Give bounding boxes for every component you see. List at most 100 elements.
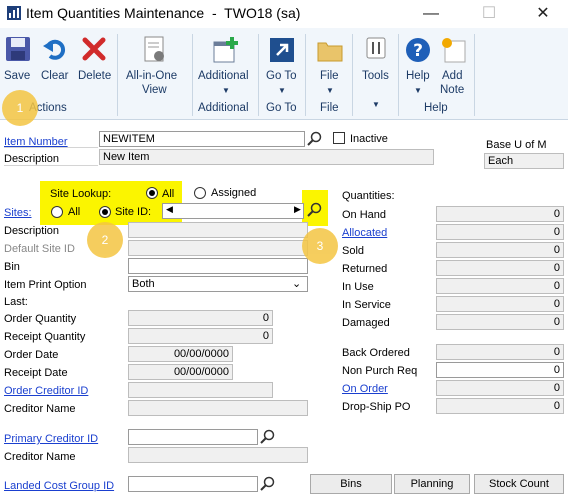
sites-site-id-radio[interactable]	[99, 206, 111, 218]
sites-all-radio[interactable]	[51, 206, 63, 218]
help-button[interactable]: ? Help ▼	[400, 34, 436, 100]
step-badge-2: 2	[87, 222, 123, 258]
default-site-label: Default Site ID	[4, 243, 75, 255]
sites-label[interactable]: Sites:	[4, 207, 32, 219]
site-lookup-all-label: All	[162, 188, 175, 200]
qty-label[interactable]: Allocated	[342, 227, 387, 239]
site-description-field	[128, 222, 308, 238]
ribbon-separator	[117, 34, 118, 116]
goto-group-label: Go To	[266, 102, 297, 114]
dropdown-caret-icon: ▼	[222, 86, 230, 95]
close-button[interactable]: ✕	[520, 2, 566, 26]
bin-label: Bin	[4, 261, 20, 273]
receipt-qty-field: 0	[128, 328, 273, 344]
next-arrow-icon[interactable]: ▶	[294, 204, 301, 215]
document-link-icon	[144, 36, 164, 62]
creditor-name2-label: Creditor Name	[4, 451, 76, 463]
additional-group-label: Additional	[198, 102, 249, 114]
qty-value-field: 0	[436, 260, 564, 276]
inactive-checkbox[interactable]	[333, 132, 345, 144]
landed-cost-label[interactable]: Landed Cost Group ID	[4, 480, 114, 492]
site-lookup-assigned-radio[interactable]	[194, 187, 206, 199]
qty-label: Drop-Ship PO	[342, 401, 411, 413]
bins-button[interactable]: Bins	[310, 474, 392, 494]
item-lookup-icon[interactable]	[307, 131, 323, 147]
save-button[interactable]: Save	[2, 34, 34, 96]
landed-cost-lookup-icon[interactable]	[260, 476, 276, 492]
delete-button[interactable]: Delete	[76, 34, 112, 96]
maximize-button[interactable]: ☐	[466, 2, 512, 26]
order-qty-label: Order Quantity	[4, 313, 77, 325]
creditor-name2-field	[128, 447, 308, 463]
landed-cost-field[interactable]	[128, 476, 258, 492]
app-chart-icon	[7, 6, 21, 20]
ribbon-toolbar: Save Clear Delete Actions All-in-One Vie…	[0, 28, 568, 120]
creditor-name-field	[128, 400, 308, 416]
site-id-field[interactable]	[162, 203, 304, 219]
qty-value-field: 0	[436, 344, 564, 360]
creditor-name-label: Creditor Name	[4, 403, 76, 415]
tools-icon	[366, 37, 386, 59]
order-date-label: Order Date	[4, 349, 59, 361]
site-lookup-assigned-label: Assigned	[211, 187, 257, 199]
qty-value-field: 0	[436, 206, 564, 222]
clear-button[interactable]: Clear	[38, 34, 72, 96]
sites-all-label: All	[68, 206, 81, 218]
qty-value-field: 0	[436, 224, 564, 240]
bin-field[interactable]	[128, 258, 308, 274]
row-divider	[4, 165, 98, 166]
planning-button[interactable]: Planning	[394, 474, 470, 494]
qty-label[interactable]: On Order	[342, 383, 388, 395]
base-uom-label: Base U of M	[486, 139, 547, 151]
chevron-down-icon[interactable]: ⌄	[292, 277, 301, 290]
receipt-date-field: 00/00/0000	[128, 364, 233, 380]
dropdown-caret-icon: ▼	[414, 86, 422, 95]
item-print-select[interactable]: Both	[128, 276, 308, 292]
add-window-icon	[213, 37, 238, 63]
ribbon-separator	[192, 34, 193, 116]
primary-creditor-label[interactable]: Primary Creditor ID	[4, 433, 98, 445]
previous-arrow-icon[interactable]: ◀	[166, 204, 173, 215]
qty-value-field[interactable]: 0	[436, 362, 564, 378]
site-lookup-icon[interactable]	[307, 202, 323, 218]
ribbon-separator	[258, 34, 259, 116]
all-in-one-view-button[interactable]: All-in-One View	[122, 34, 188, 100]
stock-count-button[interactable]: Stock Count	[474, 474, 564, 494]
creditor-lookup-icon[interactable]	[260, 429, 276, 445]
ribbon-separator	[352, 34, 353, 116]
title-bar: Item Quantities Maintenance - TWO18 (sa)…	[0, 0, 568, 28]
delete-x-icon	[82, 37, 106, 61]
undo-arrow-icon	[43, 39, 66, 60]
qty-label: Sold	[342, 245, 365, 257]
file-button[interactable]: File ▼	[310, 34, 350, 100]
default-site-field	[128, 240, 308, 256]
primary-creditor-field[interactable]	[128, 429, 258, 445]
quantities-header: Quantities:	[342, 190, 395, 202]
folder-icon	[317, 42, 343, 62]
qty-label: In Service	[342, 299, 391, 311]
goto-button[interactable]: Go To ▼	[262, 34, 302, 100]
dropdown-caret-icon: ▼	[326, 86, 334, 95]
tools-button[interactable]: Tools ▼	[356, 34, 396, 109]
order-creditor-label[interactable]: Order Creditor ID	[4, 385, 88, 397]
qty-value-field: 0	[436, 278, 564, 294]
step-badge-3: 3	[302, 228, 338, 264]
ribbon-separator	[305, 34, 306, 116]
last-label: Last:	[4, 296, 28, 308]
site-description-label: Description	[4, 225, 60, 237]
ribbon-separator	[398, 34, 399, 116]
dropdown-caret-icon: ▼	[278, 86, 286, 95]
minimize-button[interactable]: —	[408, 2, 454, 26]
svg-text:?: ?	[413, 41, 423, 61]
base-uom-field: Each	[484, 153, 564, 169]
qty-value-field: 0	[436, 242, 564, 258]
window-title: Item Quantities Maintenance - TWO18 (sa)	[26, 5, 301, 21]
description-label: Description	[4, 153, 60, 165]
add-note-button[interactable]: Add Note	[436, 34, 472, 100]
item-number-field[interactable]: NEWITEM	[99, 131, 305, 147]
additional-button[interactable]: Additional ▼	[196, 34, 256, 100]
qty-label: Back Ordered	[342, 347, 410, 359]
qty-label: Damaged	[342, 317, 390, 329]
site-lookup-all-radio[interactable]	[146, 187, 158, 199]
ribbon-separator	[474, 34, 475, 116]
